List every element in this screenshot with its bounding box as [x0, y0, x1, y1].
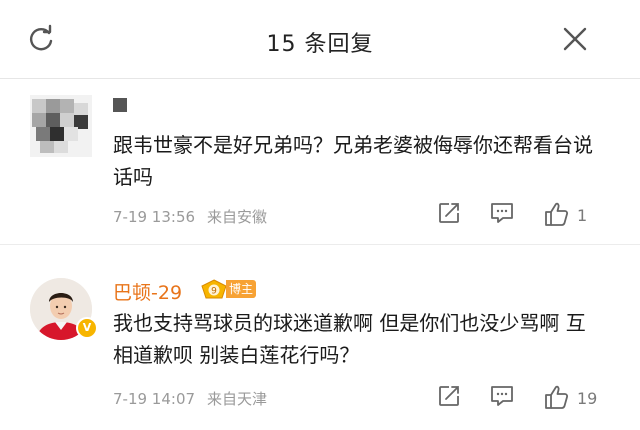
- comment-location: 来自天津: [207, 390, 268, 408]
- comment-text: 我也支持骂球员的球迷道歉啊 但是你们也没少骂啊 互相道歉呗 别装白莲花行吗？: [113, 311, 586, 367]
- thumbs-up-icon[interactable]: [543, 201, 569, 227]
- repost-icon[interactable]: [437, 384, 461, 408]
- comment-time: 7-19 14:07: [113, 390, 196, 408]
- comment-item: V 巴顿-29 9 博主 我也支持骂球员的球迷道歉啊 但是你们也没少骂啊 互相道…: [0, 260, 640, 430]
- fan-level-icon: 9: [201, 279, 227, 299]
- like-count: 1: [577, 206, 588, 225]
- close-icon[interactable]: [560, 24, 590, 54]
- verified-badge: V: [76, 317, 98, 339]
- comment-meta: 7-19 13:56 来自安徽: [113, 206, 267, 227]
- like-count: 19: [577, 389, 598, 408]
- comment-text: 跟韦世豪不是好兄弟吗？兄弟老婆被侮辱你还帮看台说话吗: [113, 133, 593, 189]
- fan-level: 9: [211, 287, 217, 297]
- thumbs-up-icon[interactable]: [543, 384, 569, 410]
- header: 15 条回复: [0, 0, 640, 79]
- comment-icon[interactable]: [489, 201, 515, 225]
- comment-time: 7-19 13:56: [113, 208, 196, 226]
- page-title: 15 条回复: [266, 32, 374, 57]
- comment-icon[interactable]: [489, 384, 515, 408]
- comment-item: 跟韦世豪不是好兄弟吗？兄弟老婆被侮辱你还帮看台说话吗 7-19 13:56 来自安…: [0, 79, 640, 245]
- username[interactable]: 巴顿-29: [113, 278, 182, 305]
- blurred-username[interactable]: [113, 97, 127, 112]
- comment-meta: 7-19 14:07 来自天津: [113, 388, 267, 409]
- author-label: 博主: [226, 280, 256, 298]
- blurred-avatar[interactable]: [30, 95, 92, 157]
- author-badge: 9 博主: [200, 278, 258, 300]
- reply-panel: 15 条回复 跟韦世豪不是好兄弟吗？兄弟老婆被侮辱你还帮看台说话吗 7-19 1…: [0, 0, 640, 430]
- comment-location: 来自安徽: [207, 208, 268, 226]
- repost-icon[interactable]: [437, 201, 461, 225]
